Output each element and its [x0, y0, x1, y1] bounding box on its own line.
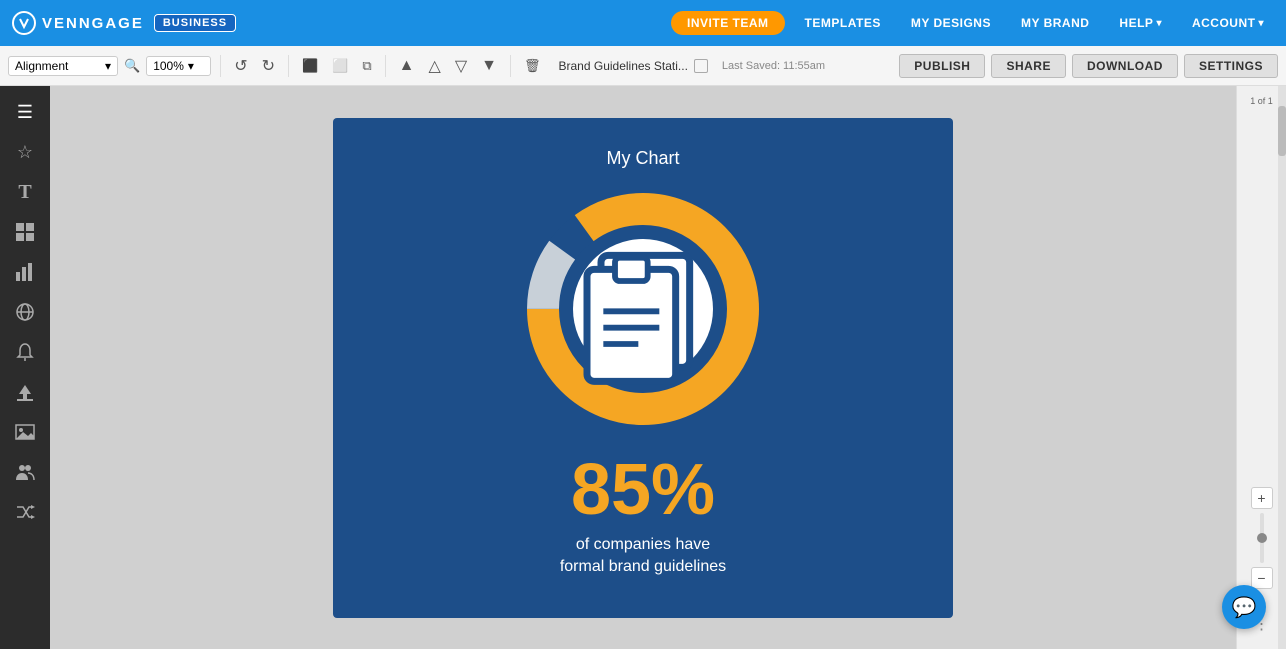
venngage-logo-icon — [12, 11, 36, 35]
sub-text-line1: of companies have — [576, 534, 710, 556]
sidebar-menu-icon[interactable]: ☰ — [5, 94, 45, 130]
zoom-track — [1260, 513, 1264, 563]
redo-button[interactable]: ↻ — [258, 54, 279, 78]
business-badge[interactable]: BUSINESS — [154, 14, 236, 32]
separator-2 — [288, 55, 289, 77]
zoom-select[interactable]: 100% ▾ — [146, 56, 211, 76]
doc-saved: Last Saved: 11:55am — [722, 60, 825, 72]
undo-button[interactable]: ↺ — [230, 54, 251, 78]
paste-button[interactable]: ⬜ — [328, 56, 352, 76]
separator-1 — [220, 55, 221, 77]
send-to-back-button[interactable]: ▼ — [477, 55, 501, 77]
donut-chart — [523, 189, 763, 429]
nav-account[interactable]: ACCOUNT ▾ — [1182, 16, 1274, 30]
sub-text-line2: formal brand guidelines — [560, 556, 726, 578]
sidebar-star-icon[interactable]: ☆ — [5, 134, 45, 170]
invite-team-button[interactable]: INVITE TEAM — [671, 11, 785, 35]
main-area: ☰ ☆ T My Chart — [0, 86, 1286, 649]
sidebar-widgets-icon[interactable] — [5, 214, 45, 250]
alignment-select[interactable]: Alignment ▾ — [8, 56, 118, 76]
doc-title: Brand Guidelines Stati... — [559, 59, 688, 73]
toolbar: Alignment ▾ 🔍 100% ▾ ↺ ↻ ⬛ ⬜ ⧉ ▲ △ ▽ ▼ 🗑… — [0, 46, 1286, 86]
sidebar-people-icon[interactable] — [5, 454, 45, 490]
zoom-thumb[interactable] — [1257, 533, 1267, 543]
delete-button[interactable]: 🗑 — [520, 56, 545, 76]
toolbar-right: PUBLISH SHARE DOWNLOAD SETTINGS — [899, 54, 1278, 78]
bring-forward-button[interactable]: ▲ — [395, 55, 419, 77]
brand-name: VENNGAGE — [42, 15, 144, 32]
zoom-minus-button[interactable]: − — [1251, 567, 1273, 589]
nav-help[interactable]: HELP ▾ — [1109, 16, 1172, 30]
zoom-plus-button[interactable]: + — [1251, 487, 1273, 509]
settings-button[interactable]: SETTINGS — [1184, 54, 1278, 78]
percent-value: 85% — [571, 454, 715, 526]
share-button[interactable]: SHARE — [991, 54, 1066, 78]
sidebar-image-icon[interactable] — [5, 414, 45, 450]
left-sidebar: ☰ ☆ T — [0, 86, 50, 649]
clipboard-icon — [573, 189, 713, 429]
publish-button[interactable]: PUBLISH — [899, 54, 985, 78]
copy-button[interactable]: ⬛ — [298, 56, 322, 76]
sidebar-upload-icon[interactable] — [5, 374, 45, 410]
duplicate-button[interactable]: ⧉ — [358, 56, 375, 76]
separator-3 — [385, 55, 386, 77]
scrollbar-thumb[interactable] — [1278, 106, 1286, 156]
nav-templates[interactable]: TEMPLATES — [795, 16, 891, 30]
sidebar-globe-icon[interactable] — [5, 294, 45, 330]
page-indicator: 1 of 1 — [1250, 96, 1273, 107]
sidebar-text-icon[interactable]: T — [5, 174, 45, 210]
donut-center — [573, 239, 713, 379]
chat-button[interactable]: 💬 — [1222, 585, 1266, 629]
nav-my-brand[interactable]: MY BRAND — [1011, 16, 1099, 30]
sidebar-chart-icon[interactable] — [5, 254, 45, 290]
download-button[interactable]: DOWNLOAD — [1072, 54, 1178, 78]
bring-to-front-button[interactable]: △ — [425, 54, 445, 78]
search-icon: 🔍 — [124, 58, 140, 74]
logo-area: VENNGAGE — [12, 11, 144, 35]
right-sidebar: 1 of 1 + − ⋮ — [1236, 86, 1286, 649]
nav-my-designs[interactable]: MY DESIGNS — [901, 16, 1001, 30]
separator-4 — [510, 55, 511, 77]
infographic-card: My Chart — [333, 118, 953, 618]
sidebar-bell-icon[interactable] — [5, 334, 45, 370]
chart-title: My Chart — [606, 148, 679, 169]
canvas-area[interactable]: My Chart — [50, 86, 1236, 649]
top-nav: VENNGAGE BUSINESS INVITE TEAM TEMPLATES … — [0, 0, 1286, 46]
doc-checkbox — [694, 59, 708, 73]
zoom-controls: + − — [1251, 487, 1273, 589]
send-backward-button[interactable]: ▽ — [451, 54, 471, 78]
sidebar-shuffle-icon[interactable] — [5, 494, 45, 530]
